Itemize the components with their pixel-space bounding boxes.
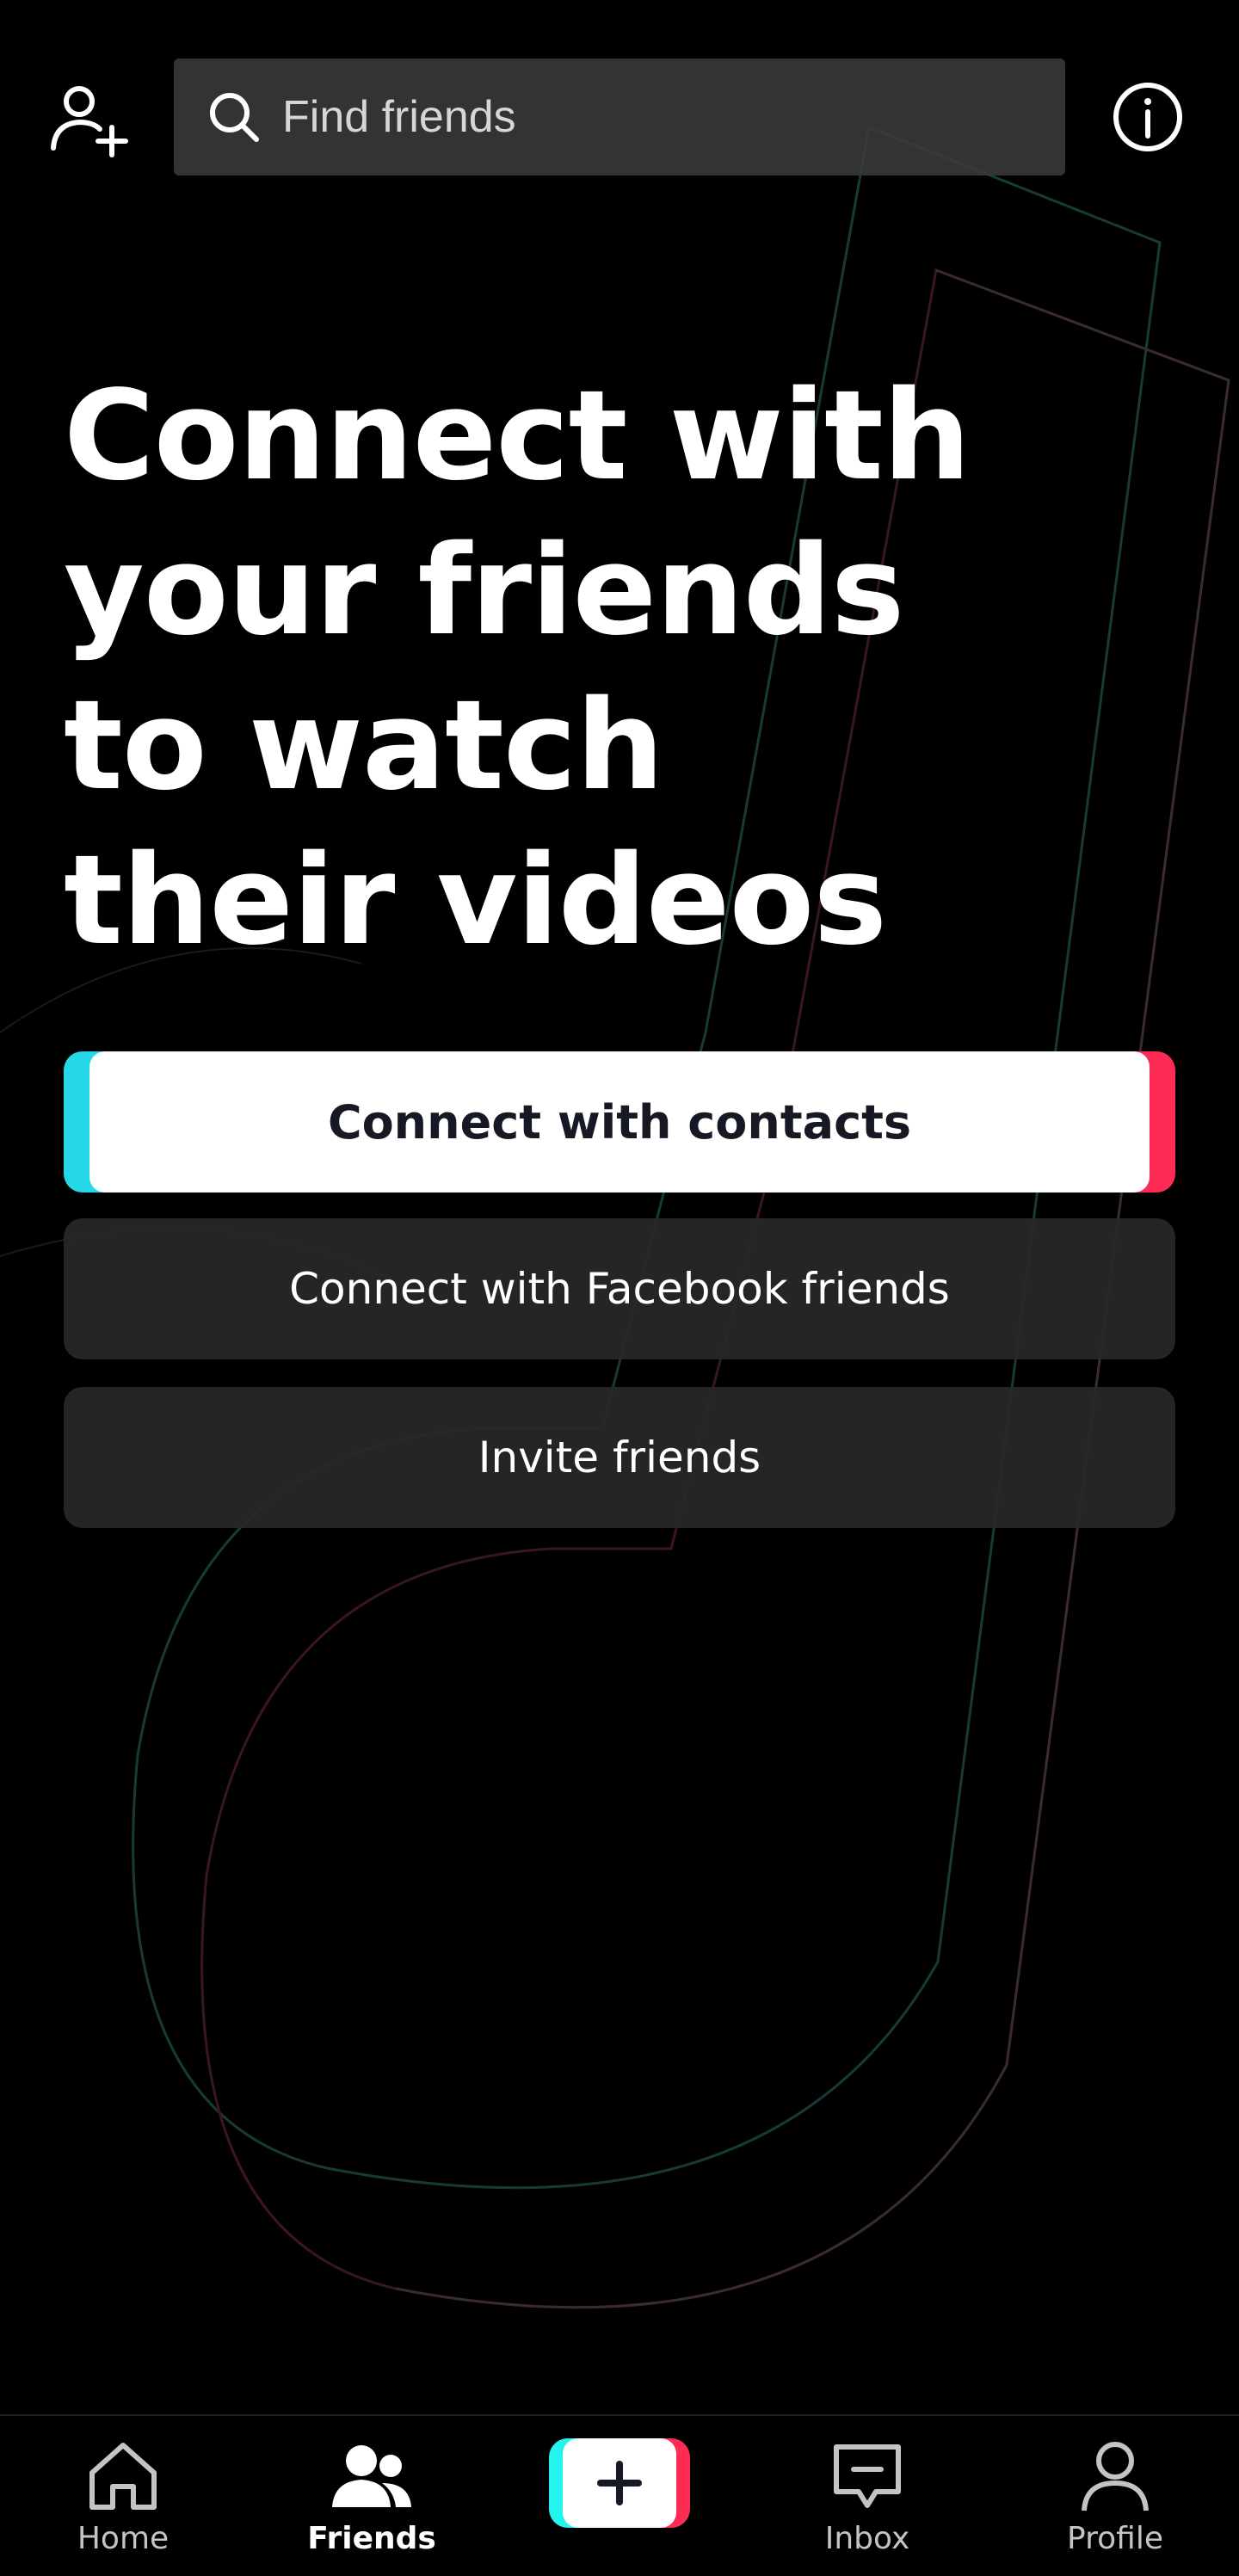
connect-contacts-label: Connect with contacts: [89, 1051, 1150, 1192]
search-bar[interactable]: [174, 59, 1065, 176]
top-bar: [0, 0, 1239, 234]
search-icon: [205, 88, 263, 146]
search-input[interactable]: [280, 73, 1041, 161]
nav-profile-label: Profile: [1067, 2521, 1163, 2556]
nav-inbox[interactable]: Inbox: [773, 2416, 962, 2576]
nav-friends-label: Friends: [307, 2521, 436, 2556]
info-icon: [1113, 83, 1182, 151]
friends-icon: [329, 2437, 415, 2516]
invite-friends-label: Invite friends: [478, 1433, 761, 1482]
invite-friends-button[interactable]: Invite friends: [64, 1387, 1175, 1528]
home-icon: [80, 2437, 166, 2516]
nav-home-label: Home: [77, 2521, 170, 2556]
nav-profile[interactable]: Profile: [1020, 2416, 1210, 2576]
info-button[interactable]: [1110, 79, 1186, 155]
connect-facebook-button[interactable]: Connect with Facebook friends: [64, 1218, 1175, 1359]
connect-facebook-label: Connect with Facebook friends: [289, 1264, 950, 1314]
bottom-navigation: Home Friends Inbox Profile: [0, 2414, 1239, 2574]
inbox-icon: [824, 2437, 910, 2516]
headline-line-2: your friends: [64, 518, 904, 662]
headline-line-3: to watch: [64, 673, 664, 817]
add-user-icon: [51, 86, 128, 157]
nav-friends[interactable]: Friends: [277, 2416, 466, 2576]
add-friend-button[interactable]: [48, 79, 131, 162]
profile-icon: [1072, 2437, 1158, 2516]
nav-home[interactable]: Home: [28, 2416, 218, 2576]
headline-line-1: Connect with: [64, 363, 971, 508]
page-headline: Connect with your friends to watch their…: [64, 358, 1096, 977]
connect-contacts-button[interactable]: Connect with contacts: [64, 1051, 1175, 1192]
nav-inbox-label: Inbox: [824, 2521, 910, 2556]
headline-line-4: their videos: [64, 828, 887, 972]
plus-icon: [563, 2438, 676, 2528]
create-video-button[interactable]: [549, 2438, 690, 2528]
